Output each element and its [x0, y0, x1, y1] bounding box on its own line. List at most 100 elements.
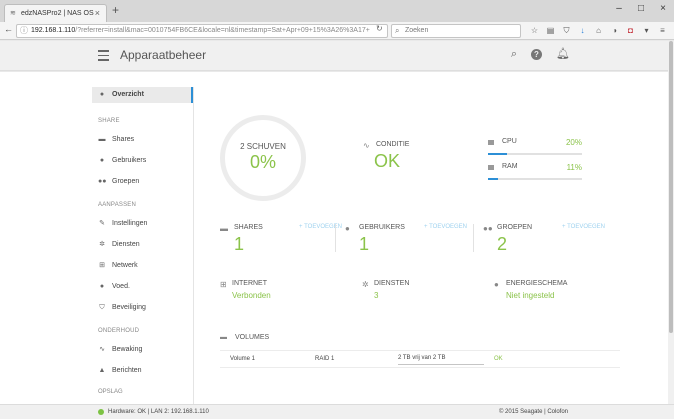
close-window-icon[interactable]: × — [652, 0, 674, 18]
sidebar-item-users[interactable]: ● Gebruikers — [92, 150, 193, 171]
sidebar-item-security[interactable]: ⛉ Beveiliging — [92, 297, 193, 318]
reload-icon[interactable]: ↻ — [376, 24, 383, 33]
pocket-icon[interactable]: ◘ — [624, 24, 637, 38]
folder-icon: ▬ — [220, 224, 228, 233]
groups-count: 2 — [497, 234, 508, 254]
reading-list-icon[interactable]: ▤ — [544, 24, 557, 38]
hamburger-menu-icon[interactable] — [98, 50, 109, 61]
overflow-chevron-icon[interactable]: ▾ — [640, 24, 653, 38]
sidebar-item-label: Shares — [112, 136, 135, 143]
energy-value[interactable]: Niet ingesteld — [506, 291, 554, 300]
cpu-label: CPU — [502, 138, 517, 145]
sidebar-item-label: Voed. — [112, 283, 130, 290]
cpu-fill — [488, 153, 507, 155]
menu-icon[interactable]: ≡ — [656, 24, 669, 38]
toolbar-icons: ☆ ▤ ⛉ ↓ ⌂ ◑ ◘ ▾ ≡ — [528, 24, 669, 38]
volume-name: Volume 1 — [230, 356, 256, 362]
bookmark-star-icon[interactable]: ☆ — [528, 24, 541, 38]
help-icon[interactable]: ? — [531, 49, 542, 60]
internet-value: Verbonden — [232, 291, 271, 300]
sidebar-item-services[interactable]: ✲ Diensten — [92, 234, 193, 255]
ram-track — [488, 178, 582, 180]
shares-count: 1 — [234, 234, 245, 254]
bell-icon[interactable]: 🔔︎ — [556, 48, 570, 60]
group-icon: ●● — [98, 178, 107, 185]
sidebar-section-aanpassen: AANPASSEN — [98, 202, 137, 208]
disk-count-label: 2 SCHUVEN — [240, 142, 286, 151]
sidebar-item-power[interactable]: ● Voed. — [92, 276, 193, 297]
energy-label: ENERGIESCHEMA — [506, 280, 568, 287]
sidebar-item-groups[interactable]: ●● Groepen — [92, 171, 193, 192]
sidebar-item-monitoring[interactable]: ∿ Bewaking — [92, 339, 193, 360]
cpu-icon — [488, 140, 494, 145]
url-path: /?referrer=install&mac=0010754FB6CE&loca… — [75, 27, 370, 34]
condition-label: CONDITIE — [376, 141, 410, 148]
search-icon[interactable]: ⌕ — [508, 48, 520, 60]
folder-icon: ▬ — [98, 136, 106, 143]
browser-tab[interactable]: ≋ edzNASPro2 | NAS OS × — [4, 4, 107, 22]
sidebar-item-network[interactable]: ⊞ Netwerk — [92, 255, 193, 276]
app-header: Apparaatbeheer ⌕ ? 🔔︎ — [0, 41, 668, 71]
services-value: 3 — [374, 291, 379, 300]
search-icon: ⌕ — [395, 26, 400, 35]
new-tab-icon[interactable]: + — [112, 3, 119, 17]
ram-icon — [488, 165, 494, 170]
pulse-icon: ∿ — [363, 141, 370, 150]
download-icon[interactable]: ↓ — [576, 24, 589, 38]
info-icon[interactable]: ⓘ — [20, 25, 28, 37]
home-icon[interactable]: ⌂ — [592, 24, 605, 38]
groups-stat: ●● GROEPEN + TOEVOEGEN 2 — [483, 222, 613, 262]
sidebar-item-label: Gebruikers — [112, 157, 147, 164]
sidebar-item-shares[interactable]: ▬ Shares — [92, 129, 193, 150]
ram-fill — [488, 178, 499, 180]
add-group-link[interactable]: + TOEVOEGEN — [562, 224, 605, 230]
gear-icon: ✲ — [99, 241, 105, 248]
sidebar-item-label: Bewaking — [112, 346, 143, 353]
dashboard: 2 SCHUVEN 0% ∿ CONDITIE OK CPU 20% RAM 1… — [195, 72, 668, 404]
add-user-link[interactable]: + TOEVOEGEN — [424, 224, 467, 230]
ram-label: RAM — [502, 163, 518, 170]
wrench-icon: ✎ — [99, 220, 105, 227]
browser-window: ≋ edzNASPro2 | NAS OS × + – □ × ← ⓘ 192.… — [0, 0, 674, 419]
volumes-title: VOLUMES — [235, 334, 270, 341]
shares-label: SHARES — [234, 224, 263, 231]
address-bar[interactable]: ⓘ 192.168.1.110/?referrer=install&mac=00… — [16, 24, 388, 38]
divider — [473, 224, 474, 252]
url-host: 192.168.1.110 — [31, 27, 76, 34]
user-icon: ● — [99, 157, 105, 164]
page-scrollbar[interactable] — [668, 41, 674, 404]
navigation-bar: ← ⓘ 192.168.1.110/?referrer=install&mac=… — [0, 22, 674, 40]
shield-icon[interactable]: ⛉ — [560, 24, 573, 38]
sidebar-item-label: Beveiliging — [112, 304, 146, 311]
tab-title: edzNASPro2 | NAS OS — [21, 10, 94, 17]
users-stat: ● GEBRUIKERS + TOEVOEGEN 1 — [345, 222, 475, 262]
groups-label: GROEPEN — [497, 224, 533, 231]
sidebar-section-share: SHARE — [98, 118, 120, 124]
main-area: ● Overzicht SHARE ▬ Shares ● Gebruikers … — [0, 72, 668, 404]
back-icon[interactable]: ← — [4, 24, 13, 34]
copyright[interactable]: © 2015 Seagate | Colofon — [499, 405, 568, 419]
close-tab-icon[interactable]: × — [95, 5, 100, 22]
sidebar-item-messages[interactable]: ▲ Berichten — [92, 360, 193, 381]
maximize-icon[interactable]: □ — [630, 0, 652, 18]
volume-raid: RAID 1 — [315, 356, 335, 362]
ram-value: 11% — [566, 163, 582, 172]
drive-icon: ▬ — [220, 334, 227, 341]
bulb-icon: ● — [99, 283, 105, 290]
sidebar-item-label: Instellingen — [112, 220, 148, 227]
scrollbar-thumb[interactable] — [669, 41, 673, 333]
internet-label: INTERNET — [232, 280, 267, 287]
extension-icon[interactable]: ◑ — [608, 24, 621, 38]
cpu-meter: CPU 20% — [488, 138, 582, 158]
info-icon: ● — [99, 91, 105, 98]
search-input[interactable]: ⌕ Zoeken — [391, 24, 521, 38]
bulb-icon: ● — [494, 280, 499, 289]
table-row[interactable]: Volume 1 RAID 1 2 TB vrij van 2 TB OK — [220, 350, 620, 368]
minimize-icon[interactable]: – — [608, 0, 630, 18]
sidebar-item-label: Groepen — [112, 178, 140, 185]
search-placeholder: Zoeken — [405, 27, 429, 34]
sidebar-item-overview[interactable]: ● Overzicht — [92, 87, 193, 103]
status-dot-icon — [98, 409, 104, 415]
bell-icon: ▲ — [98, 367, 106, 374]
sidebar-item-settings[interactable]: ✎ Instellingen — [92, 213, 193, 234]
